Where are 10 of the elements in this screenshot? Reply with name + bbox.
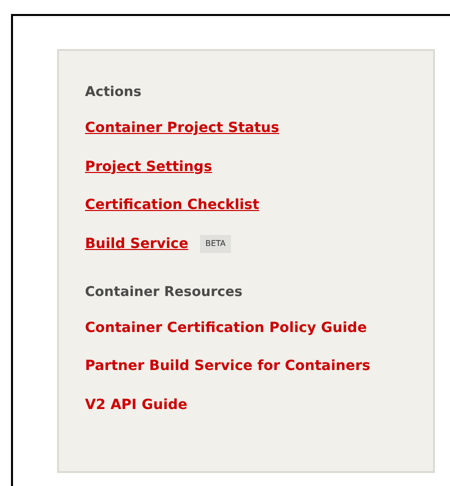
beta-tag: BETA bbox=[200, 234, 231, 252]
sidebar-link[interactable]: Build Service bbox=[85, 234, 188, 252]
sidebar-link[interactable]: Container Project Status bbox=[85, 119, 280, 137]
sidebar-link[interactable]: Certification Checklist bbox=[85, 196, 260, 214]
sidebar-link[interactable]: Project Settings bbox=[85, 158, 212, 176]
sidebar-link[interactable]: Partner Build Service for Containers bbox=[85, 357, 370, 375]
section-heading: Actions bbox=[85, 83, 142, 101]
section-heading: Container Resources bbox=[85, 282, 244, 300]
sidebar-link[interactable]: Container Certification Policy Guide bbox=[85, 318, 367, 336]
sidebar-link[interactable]: V2 API Guide bbox=[85, 396, 188, 414]
